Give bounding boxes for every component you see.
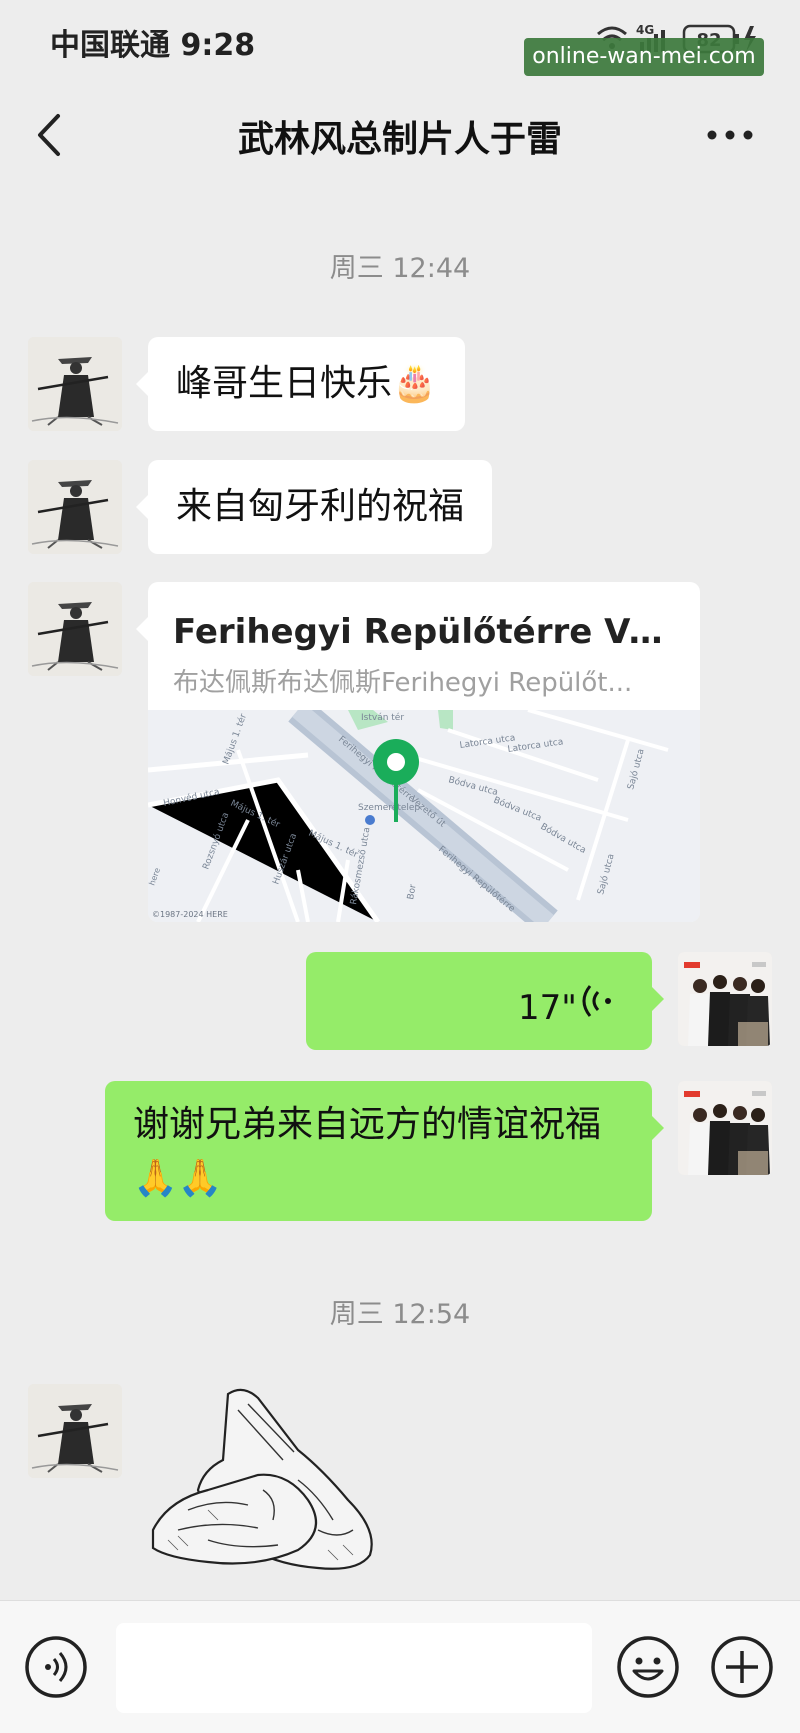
voice-message-bubble[interactable]: 17" xyxy=(306,952,652,1050)
samurai-avatar-image xyxy=(28,1384,122,1478)
map-label: István tér xyxy=(361,712,404,723)
nav-bar: 武林风总制片人于雷 xyxy=(0,80,800,190)
message-bubble-outgoing[interactable]: 谢谢兄弟来自远方的情谊祝福🙏🙏 xyxy=(105,1081,652,1221)
clasped-hands-sticker[interactable] xyxy=(148,1380,388,1575)
voice-wave-icon xyxy=(582,985,611,1017)
message-text: 谢谢兄弟来自远方的情谊祝福🙏🙏 xyxy=(133,1104,602,1199)
network-label: 4G xyxy=(636,23,654,37)
bubble-tail xyxy=(136,617,148,641)
samurai-avatar-image xyxy=(28,460,122,554)
voice-duration: 17" xyxy=(518,988,577,1028)
location-card[interactable]: Ferihegyi Repülőtérre Vez... 布达佩斯布达佩斯Fer… xyxy=(148,582,700,922)
my-avatar[interactable] xyxy=(678,952,772,1046)
carrier-time: 中国联通 9:28 xyxy=(50,28,256,63)
more-dots-icon[interactable] xyxy=(700,108,760,162)
avatar[interactable] xyxy=(28,460,122,554)
bubble-tail xyxy=(652,987,664,1011)
group-photo-avatar-image xyxy=(678,1081,772,1175)
message-bubble-incoming[interactable]: 峰哥生日快乐🎂 xyxy=(148,337,465,431)
status-bar: 中国联通 9:28 4G 82 online-wan-mei.com xyxy=(0,0,800,80)
timestamp: 周三 12:54 xyxy=(329,1299,471,1330)
group-photo-avatar-image xyxy=(678,952,772,1046)
timestamp: 周三 12:44 xyxy=(329,253,471,284)
avatar[interactable] xyxy=(28,337,122,431)
chevron-left-icon[interactable] xyxy=(30,108,70,162)
emoji-icon[interactable] xyxy=(616,1635,680,1699)
message-bubble-incoming[interactable]: 来自匈牙利的祝福 xyxy=(148,460,493,554)
avatar[interactable] xyxy=(28,582,122,676)
watermark: online-wan-mei.com xyxy=(524,38,764,76)
message-text: 来自匈牙利的祝福 xyxy=(176,486,465,527)
input-bar xyxy=(0,1600,800,1733)
samurai-avatar-image xyxy=(28,582,122,676)
voice-input-icon[interactable] xyxy=(24,1635,88,1699)
chat-title: 武林风总制片人于雷 xyxy=(237,119,562,160)
bubble-tail xyxy=(136,495,148,519)
location-subtitle: 布达佩斯布达佩斯Ferihegyi Repülőt... xyxy=(173,668,633,698)
location-title: Ferihegyi Repülőtérre Vez... xyxy=(173,612,678,652)
bubble-tail xyxy=(652,1116,664,1140)
samurai-avatar-image xyxy=(28,337,122,431)
message-input[interactable] xyxy=(116,1623,592,1713)
bubble-tail xyxy=(136,372,148,396)
plus-icon[interactable] xyxy=(710,1635,774,1699)
map-copyright: ©1987-2024 HERE xyxy=(152,910,228,919)
avatar[interactable] xyxy=(28,1384,122,1478)
map-label: Szemeretelep xyxy=(358,803,420,813)
location-map: István tér Latorca utca Latorca utca Bód… xyxy=(148,710,700,922)
message-text: 峰哥生日快乐🎂 xyxy=(176,363,437,404)
my-avatar[interactable] xyxy=(678,1081,772,1175)
